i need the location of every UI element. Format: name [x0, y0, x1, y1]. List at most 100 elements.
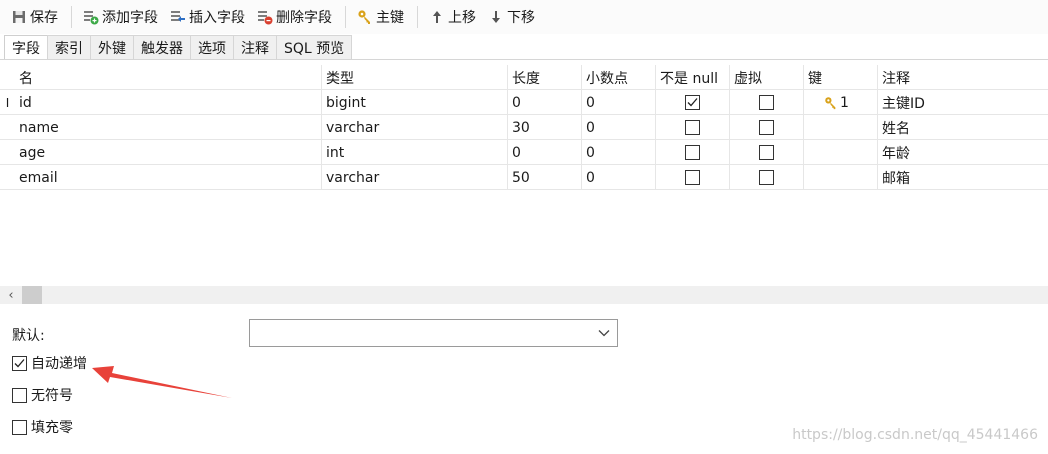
arrow-up-icon: [429, 9, 445, 25]
cell-decimals[interactable]: 0: [582, 140, 656, 165]
cell-name[interactable]: email: [15, 165, 322, 190]
primary-key-button[interactable]: 主键: [352, 4, 409, 30]
column-header-comment[interactable]: 注释: [878, 65, 1048, 90]
tab-comment[interactable]: 注释: [233, 35, 277, 59]
tab-triggers[interactable]: 触发器: [133, 35, 191, 59]
scrollbar-thumb[interactable]: [22, 286, 42, 304]
cell-virtual[interactable]: [730, 90, 804, 115]
cell-decimals[interactable]: 0: [582, 90, 656, 115]
cell-virtual[interactable]: [730, 165, 804, 190]
default-value-select[interactable]: [249, 319, 618, 347]
zerofill-checkbox[interactable]: 填充零: [12, 417, 73, 437]
cell-comment[interactable]: 姓名: [878, 115, 1048, 140]
cell-decimals[interactable]: 0: [582, 165, 656, 190]
column-header-type[interactable]: 类型: [322, 65, 508, 90]
cell-length[interactable]: 0: [508, 90, 582, 115]
tab-foreign-keys[interactable]: 外键: [90, 35, 134, 59]
move-down-label: 下移: [507, 10, 535, 26]
column-header-name[interactable]: 名: [15, 65, 322, 90]
cell-key[interactable]: [804, 140, 878, 165]
horizontal-scrollbar[interactable]: ‹: [0, 286, 1048, 304]
cell-comment[interactable]: 年龄: [878, 140, 1048, 165]
cell-length[interactable]: 0: [508, 140, 582, 165]
cell-virtual-checkbox[interactable]: [759, 120, 774, 135]
scroll-left-icon[interactable]: ‹: [0, 286, 22, 304]
row-marker: [0, 115, 15, 140]
unsigned-checkbox[interactable]: 无符号: [12, 385, 73, 405]
row-marker: I: [5, 95, 10, 110]
table-row[interactable]: Iid bigint 0 0 1 主键ID: [0, 90, 1048, 115]
save-button[interactable]: 保存: [6, 4, 63, 30]
watermark: https://blog.csdn.net/qq_45441466: [792, 427, 1038, 443]
cell-not-null-checkbox[interactable]: [685, 120, 700, 135]
cell-type[interactable]: varchar: [322, 115, 508, 140]
cell-virtual-checkbox[interactable]: [759, 95, 774, 110]
auto-increment-box[interactable]: [12, 355, 27, 371]
cell-key[interactable]: [804, 165, 878, 190]
cell-not-null-checkbox[interactable]: [685, 170, 700, 185]
header-row: 名 类型 长度 小数点 不是 null 虚拟 键 注释: [0, 65, 1048, 90]
insert-field-icon: [170, 9, 186, 25]
add-field-label: 添加字段: [102, 10, 158, 26]
add-field-button[interactable]: 添加字段: [78, 4, 163, 30]
cell-virtual-checkbox[interactable]: [759, 145, 774, 160]
move-down-button[interactable]: 下移: [483, 4, 540, 30]
column-header-length[interactable]: 长度: [508, 65, 582, 90]
chevron-down-icon: [598, 330, 610, 337]
cell-key[interactable]: 1: [804, 90, 878, 115]
cell-name[interactable]: name: [15, 115, 322, 140]
tab-indexes[interactable]: 索引: [47, 35, 91, 59]
zerofill-box[interactable]: [12, 419, 27, 435]
insert-field-label: 插入字段: [189, 10, 245, 26]
cell-length[interactable]: 50: [508, 165, 582, 190]
key-icon: [824, 96, 838, 110]
insert-field-button[interactable]: 插入字段: [165, 4, 250, 30]
cell-virtual-checkbox[interactable]: [759, 170, 774, 185]
save-icon: [11, 9, 27, 25]
cell-type[interactable]: bigint: [322, 90, 508, 115]
cell-not-null-checkbox[interactable]: [685, 95, 700, 110]
column-header-key[interactable]: 键: [804, 65, 878, 90]
toolbar-separator: [345, 6, 346, 28]
cell-virtual[interactable]: [730, 115, 804, 140]
zerofill-label: 填充零: [31, 420, 73, 436]
delete-field-button[interactable]: 删除字段: [252, 4, 337, 30]
cell-not-null[interactable]: [656, 140, 730, 165]
tab-bar: 字段 索引 外键 触发器 选项 注释 SQL 预览: [4, 35, 353, 59]
column-header-virtual[interactable]: 虚拟: [730, 65, 804, 90]
cell-not-null[interactable]: [656, 115, 730, 140]
cell-type[interactable]: varchar: [322, 165, 508, 190]
checkmark-icon: [14, 358, 25, 367]
cell-not-null-checkbox[interactable]: [685, 145, 700, 160]
cell-length[interactable]: 30: [508, 115, 582, 140]
cell-type[interactable]: int: [322, 140, 508, 165]
table-row[interactable]: email varchar 50 0 邮箱: [0, 165, 1048, 190]
column-header-not-null[interactable]: 不是 null: [656, 65, 730, 90]
unsigned-label: 无符号: [31, 388, 73, 404]
cell-comment[interactable]: 邮箱: [878, 165, 1048, 190]
auto-increment-label: 自动递增: [31, 356, 87, 372]
move-up-label: 上移: [448, 10, 476, 26]
cell-comment[interactable]: 主键ID: [878, 90, 1048, 115]
cell-decimals[interactable]: 0: [582, 115, 656, 140]
cell-not-null[interactable]: [656, 90, 730, 115]
tab-sql-preview[interactable]: SQL 预览: [276, 35, 353, 59]
move-up-button[interactable]: 上移: [424, 4, 481, 30]
tab-fields[interactable]: 字段: [4, 35, 48, 59]
toolbar: 保存 添加字段 插入字段 删除字段 主键 上移 下移: [0, 0, 1048, 34]
table-row[interactable]: age int 0 0 年龄: [0, 140, 1048, 165]
delete-field-icon: [257, 9, 273, 25]
add-field-icon: [83, 9, 99, 25]
cell-name[interactable]: age: [15, 140, 322, 165]
unsigned-box[interactable]: [12, 387, 27, 403]
column-header-decimals[interactable]: 小数点: [582, 65, 656, 90]
tab-options[interactable]: 选项: [190, 35, 234, 59]
cell-name[interactable]: id: [15, 90, 322, 115]
cell-key[interactable]: [804, 115, 878, 140]
auto-increment-checkbox[interactable]: 自动递增: [12, 353, 87, 373]
delete-field-label: 删除字段: [276, 10, 332, 26]
table-row[interactable]: name varchar 30 0 姓名: [0, 115, 1048, 140]
cell-virtual[interactable]: [730, 140, 804, 165]
row-marker: [0, 140, 15, 165]
cell-not-null[interactable]: [656, 165, 730, 190]
